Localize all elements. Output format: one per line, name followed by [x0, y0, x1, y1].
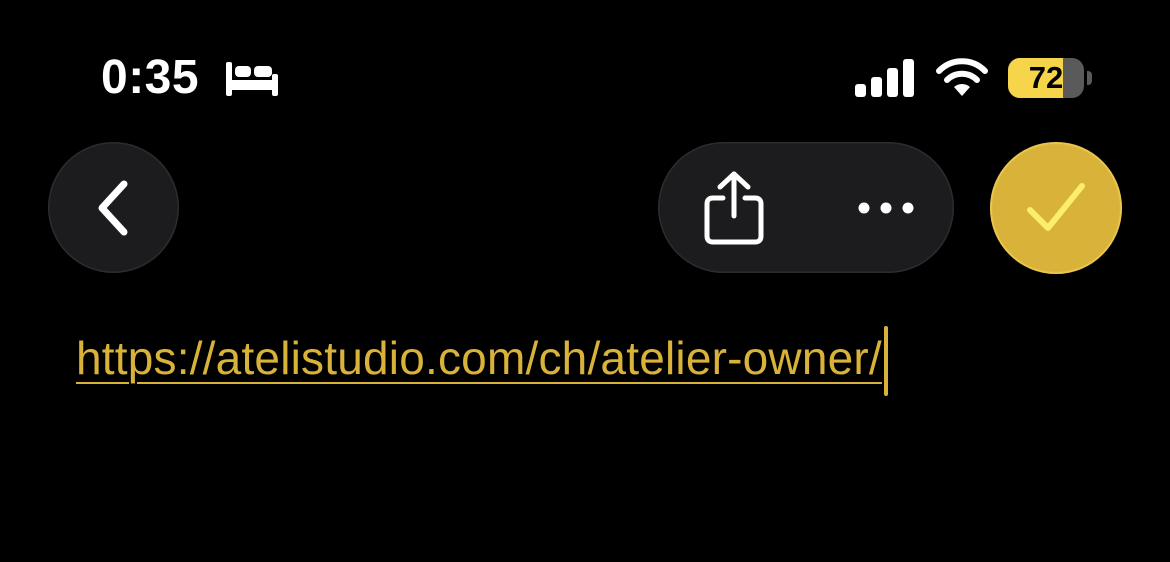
status-bar: 0:35 72: [0, 0, 1170, 130]
checkmark-icon: [1027, 183, 1085, 231]
more-button[interactable]: [834, 156, 938, 260]
actions-group: [658, 142, 954, 273]
share-icon: [704, 171, 764, 245]
share-button[interactable]: [682, 156, 786, 260]
battery-indicator: 72: [1008, 58, 1094, 98]
url-link[interactable]: https://atelistudio.com/ch/atelier-owner…: [76, 326, 882, 390]
cellular-signal-icon: [855, 59, 914, 97]
chevron-left-icon: [98, 180, 127, 235]
text-cursor: [884, 326, 888, 396]
ellipsis-icon: [858, 202, 914, 214]
wifi-icon: [936, 58, 988, 96]
url-text-field[interactable]: https://atelistudio.com/ch/atelier-owner…: [76, 326, 1076, 396]
status-time: 0:35: [101, 51, 200, 104]
back-button[interactable]: [48, 142, 179, 273]
battery-icon: 72: [1008, 58, 1084, 98]
sleep-focus-icon: [226, 62, 278, 96]
done-button[interactable]: [990, 142, 1122, 274]
battery-tip: [1087, 71, 1092, 85]
battery-percent: 72: [1028, 60, 1064, 95]
